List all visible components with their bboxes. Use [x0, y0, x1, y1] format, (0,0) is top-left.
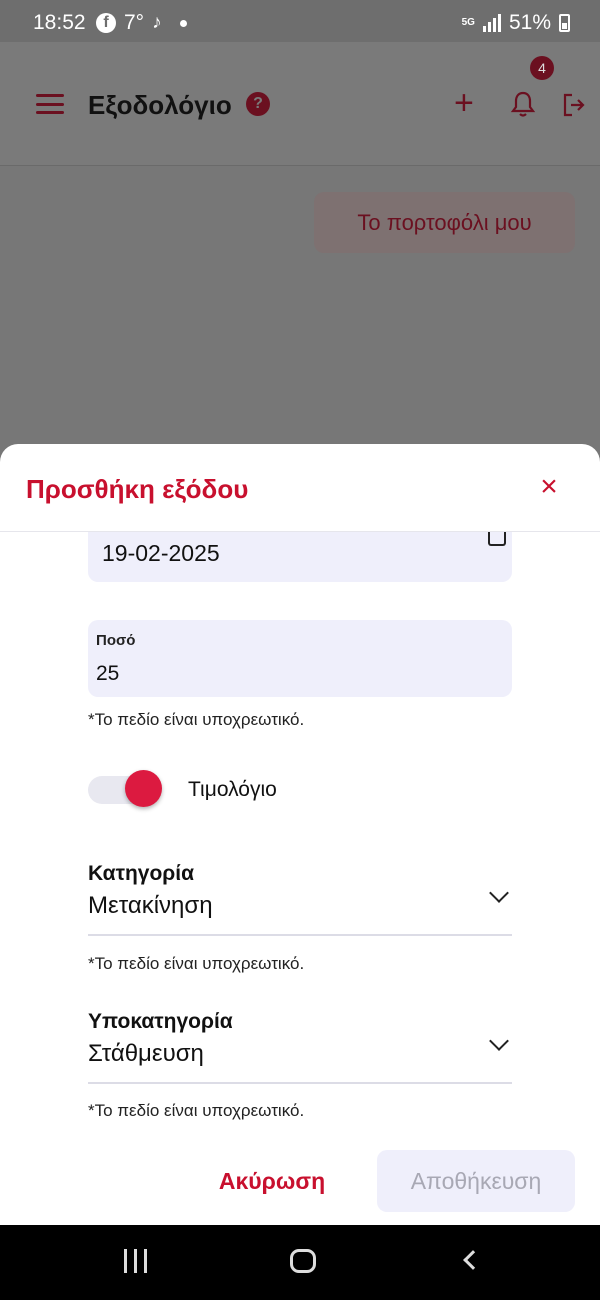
date-field[interactable]: 19-02-2025 — [88, 532, 512, 582]
save-button[interactable]: Αποθήκευση — [377, 1150, 575, 1212]
recent-apps-icon[interactable] — [124, 1249, 147, 1273]
status-temperature: 7° — [124, 11, 145, 34]
chevron-down-icon — [489, 1031, 509, 1051]
date-value: 19-02-2025 — [102, 540, 220, 566]
category-value: Μετακίνηση — [88, 892, 213, 919]
status-time: 18:52 — [33, 11, 86, 34]
network-type: 5G — [461, 17, 475, 28]
facebook-icon: f — [96, 13, 116, 33]
system-nav-bar — [0, 1225, 600, 1300]
category-label: Κατηγορία — [88, 862, 195, 885]
add-expense-sheet: Προσθήκη εξόδου × 19-02-2025 Ποσό 25 *Το… — [0, 444, 600, 1225]
amount-label: Ποσό — [96, 632, 136, 649]
status-icons: f 7° ♪ — [96, 11, 187, 35]
logout-icon[interactable] — [562, 92, 586, 118]
bell-icon[interactable] — [510, 90, 536, 118]
add-icon[interactable]: + — [454, 86, 474, 120]
subcategory-select[interactable]: Υποκατηγορία Στάθμευση — [88, 1010, 512, 1084]
status-bar: 18:52 f 7° ♪ 5G 51% — [0, 0, 600, 42]
calendar-icon[interactable] — [488, 532, 506, 546]
invoice-label: Τιμολόγιο — [188, 778, 277, 801]
sheet-header: Προσθήκη εξόδου × — [0, 444, 600, 532]
battery-icon — [559, 14, 570, 32]
subcategory-required-hint: *Το πεδίο είναι υποχρεωτικό. — [88, 1101, 305, 1120]
home-icon[interactable] — [290, 1249, 316, 1273]
close-icon[interactable]: × — [536, 472, 562, 502]
category-select[interactable]: Κατηγορία Μετακίνηση — [88, 862, 512, 936]
subcategory-value: Στάθμευση — [88, 1040, 204, 1067]
amount-required-hint: *Το πεδίο είναι υποχρεωτικό. — [88, 710, 305, 729]
app-title: Εξοδολόγιο — [88, 90, 232, 120]
category-required-hint: *Το πεδίο είναι υποχρεωτικό. — [88, 954, 305, 973]
help-icon[interactable]: ? — [246, 92, 270, 116]
amount-value: 25 — [96, 662, 120, 685]
notification-dot-icon — [179, 19, 187, 27]
amount-field[interactable]: Ποσό 25 — [88, 620, 512, 697]
tiktok-icon: ♪ — [152, 12, 162, 33]
subcategory-label: Υποκατηγορία — [88, 1010, 233, 1033]
cancel-button[interactable]: Ακύρωση — [206, 1150, 338, 1212]
notification-badge: 4 — [530, 56, 554, 80]
invoice-toggle[interactable] — [125, 770, 162, 807]
app-bar: Εξοδολόγιο ? + 4 — [0, 42, 600, 166]
battery-percent: 51% — [508, 11, 551, 34]
my-wallet-button[interactable]: Το πορτοφόλι μου — [314, 192, 575, 253]
chevron-down-icon — [489, 883, 509, 903]
menu-icon[interactable] — [36, 94, 64, 114]
back-icon[interactable] — [463, 1250, 483, 1270]
status-right: 5G 51% — [462, 11, 570, 35]
signal-icon — [482, 14, 501, 32]
sheet-title: Προσθήκη εξόδου — [26, 474, 249, 504]
